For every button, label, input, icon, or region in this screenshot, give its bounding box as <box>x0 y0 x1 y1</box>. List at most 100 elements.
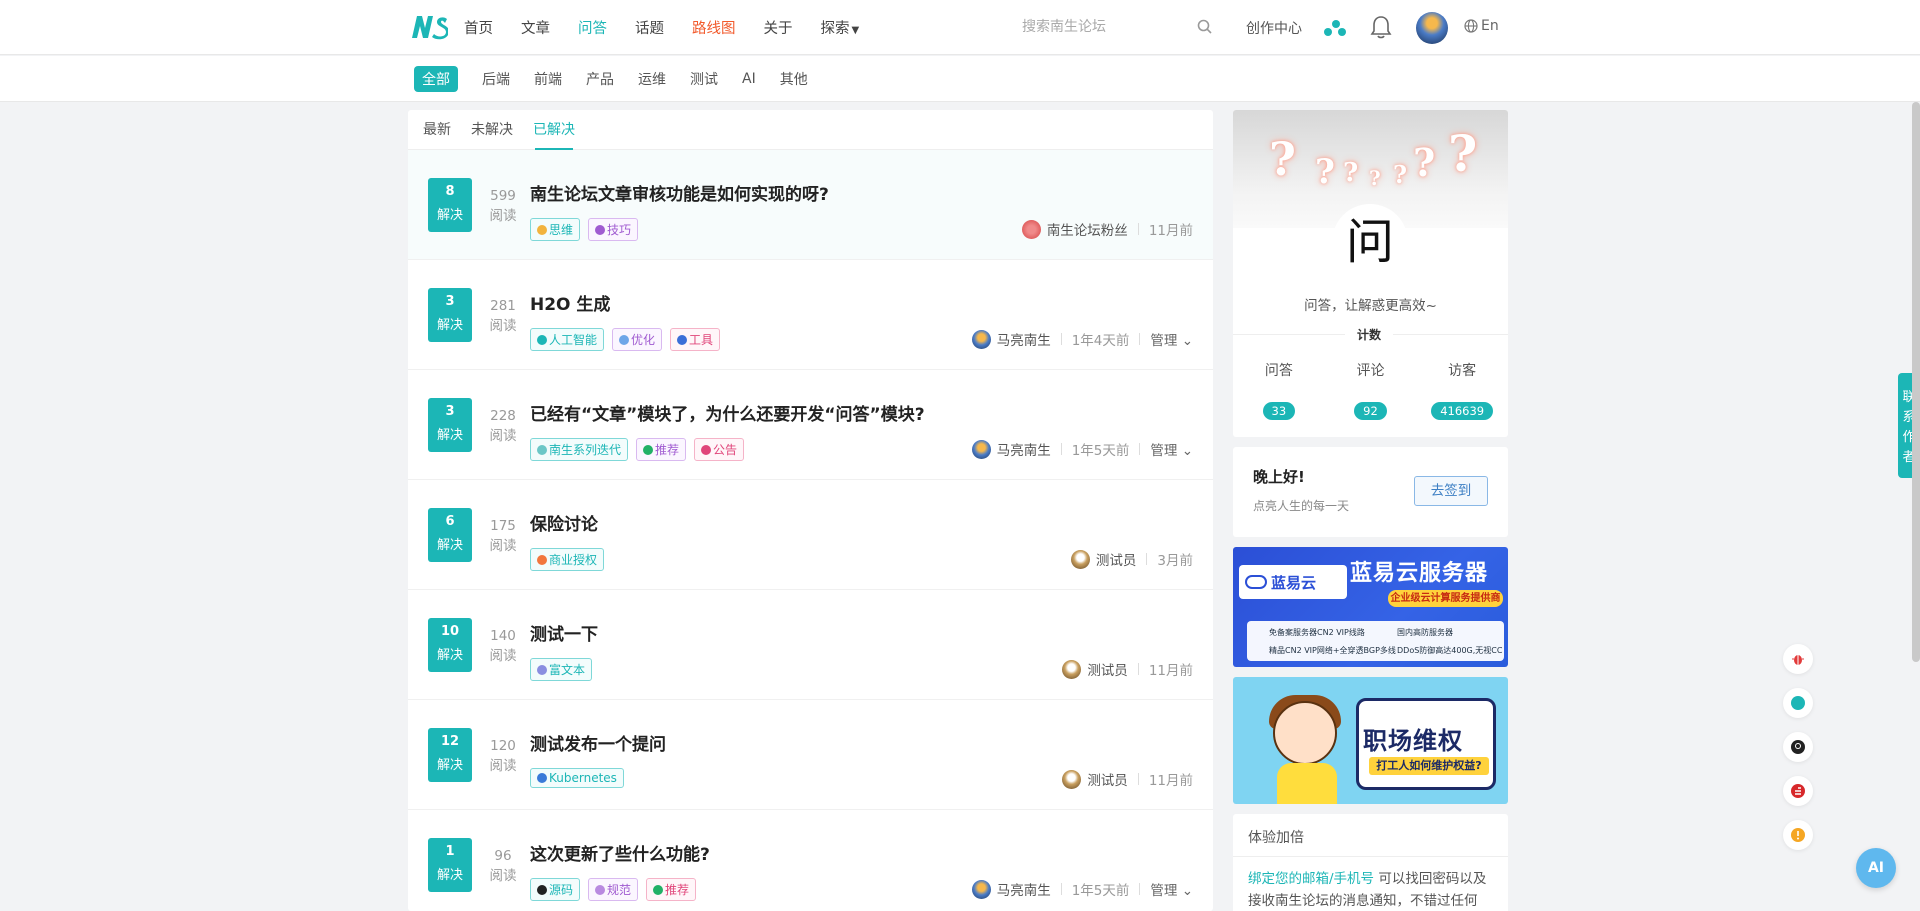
divider <box>1060 883 1062 895</box>
nav-about[interactable]: 关于 <box>764 17 793 38</box>
manage-dropdown[interactable]: 管理 ⌄ <box>1150 879 1193 899</box>
question-row[interactable]: 8 解决 599 阅读 南生论坛文章审核功能是如何实现的呀? 思维 技巧 南生论坛粉… <box>408 150 1213 260</box>
search-box <box>1010 12 1220 42</box>
bell-icon[interactable] <box>1370 15 1392 39</box>
question-title[interactable]: 保险讨论 <box>530 510 598 535</box>
nav-articles[interactable]: 文章 <box>521 17 550 38</box>
tag[interactable]: 规范 <box>588 878 639 901</box>
author-name[interactable]: 南生论坛粉丝 <box>1047 219 1128 239</box>
question-row[interactable]: 1 解决 96 阅读 这次更新了些什么功能? 源码 规范 推荐 马亮南生 1年5天前… <box>408 810 1213 911</box>
tab-solved[interactable]: 已解决 <box>533 110 575 150</box>
nav-home[interactable]: 首页 <box>464 17 493 38</box>
category-ai[interactable]: AI <box>742 68 756 90</box>
site-logo[interactable] <box>410 14 448 40</box>
category-product[interactable]: 产品 <box>586 66 614 92</box>
question-row[interactable]: 12 解决 120 阅读 测试发布一个提问 Kubernetes 测试员 11月前 <box>408 700 1213 810</box>
question-title[interactable]: 已经有“文章”模块了，为什么还要开发“问答”模块? <box>530 400 925 425</box>
author-avatar[interactable] <box>1062 659 1082 679</box>
tab-latest[interactable]: 最新 <box>423 110 451 150</box>
author-name[interactable]: 马亮南生 <box>997 439 1051 459</box>
author-avatar[interactable] <box>1062 769 1082 789</box>
nav-roadmap[interactable]: 路线图 <box>692 17 736 38</box>
question-title[interactable]: 测试一下 <box>530 620 598 645</box>
author-avatar[interactable] <box>971 879 991 899</box>
tag[interactable]: 推荐 <box>646 878 697 901</box>
category-other[interactable]: 其他 <box>780 66 808 92</box>
workplace-rights-ad[interactable]: 职场维权 打工人如何维护权益? <box>1233 677 1508 804</box>
tag[interactable]: 人工智能 <box>530 328 605 351</box>
question-title[interactable]: 测试发布一个提问 <box>530 730 666 755</box>
tag[interactable]: 优化 <box>612 328 663 351</box>
tag[interactable]: 商业授权 <box>530 548 605 571</box>
question-row[interactable]: 3 解决 281 阅读 H2O 生成 人工智能 优化 工具 马亮南生 1年4天前 管… <box>408 260 1213 370</box>
author-avatar[interactable] <box>1021 219 1041 239</box>
author-name[interactable]: 测试员 <box>1087 769 1128 789</box>
checkin-button[interactable]: 去签到 <box>1414 476 1488 506</box>
author-name[interactable]: 马亮南生 <box>997 879 1051 899</box>
chat-icon[interactable] <box>1783 688 1813 718</box>
solved-label: 解决 <box>436 868 463 883</box>
bug-icon[interactable] <box>1783 644 1813 674</box>
github-icon[interactable] <box>1783 732 1813 762</box>
author-name[interactable]: 测试员 <box>1096 549 1137 569</box>
author-name[interactable]: 马亮南生 <box>997 329 1051 349</box>
page-scrollbar[interactable] <box>1912 102 1920 662</box>
bind-contact-link[interactable]: 绑定您的邮箱/手机号 <box>1248 871 1374 887</box>
tag[interactable]: 源码 <box>530 878 581 901</box>
read-count-label: 阅读 <box>489 758 517 774</box>
tag-label: 思维 <box>549 223 574 237</box>
tag[interactable]: 公告 <box>694 438 745 461</box>
warning-icon[interactable] <box>1783 820 1813 850</box>
answer-count-badge: 3 解决 <box>428 288 472 342</box>
gitee-icon[interactable] <box>1783 776 1813 806</box>
user-avatar[interactable] <box>1416 12 1448 44</box>
globe-icon <box>1464 19 1478 33</box>
apps-icon[interactable] <box>1322 17 1348 39</box>
tag-label: 技巧 <box>607 223 632 237</box>
author-avatar[interactable] <box>971 439 991 459</box>
category-backend[interactable]: 后端 <box>482 66 510 92</box>
manage-dropdown[interactable]: 管理 ⌄ <box>1150 329 1193 349</box>
question-title[interactable]: H2O 生成 <box>530 290 610 315</box>
read-count: 140 阅读 <box>478 626 528 666</box>
ad-subtitle: 企业级云计算服务提供商 <box>1388 590 1503 607</box>
question-title[interactable]: 这次更新了些什么功能? <box>530 840 710 865</box>
nav-qa[interactable]: 问答 <box>578 17 607 38</box>
tag[interactable]: 富文本 <box>530 658 593 681</box>
category-frontend[interactable]: 前端 <box>534 66 562 92</box>
ad-feature: 精品CN2 VIP网络+全穿透BGP多线 <box>1269 646 1396 655</box>
manage-dropdown[interactable]: 管理 ⌄ <box>1150 439 1193 459</box>
ad-feature: 免备案服务器CN2 VIP线路 <box>1269 628 1365 637</box>
stat-label: 问答 <box>1264 363 1293 379</box>
author-avatar[interactable] <box>1070 549 1090 569</box>
tag[interactable]: 南生系列迭代 <box>530 438 629 461</box>
nav-explore[interactable]: 探索 ▼ <box>821 17 860 38</box>
author-avatar[interactable] <box>971 329 991 349</box>
tag[interactable]: 工具 <box>670 328 721 351</box>
tag[interactable]: 技巧 <box>588 218 639 241</box>
ai-assistant-button[interactable]: AI <box>1856 848 1896 888</box>
category-all[interactable]: 全部 <box>414 66 458 92</box>
nav-topics[interactable]: 话题 <box>635 17 664 38</box>
tag[interactable]: 思维 <box>530 218 581 241</box>
search-icon[interactable] <box>1196 18 1214 36</box>
author-name[interactable]: 测试员 <box>1087 659 1128 679</box>
category-ops[interactable]: 运维 <box>638 66 666 92</box>
cloud-icon <box>1245 575 1267 589</box>
tag-label: 人工智能 <box>549 333 598 347</box>
read-count: 599 阅读 <box>478 186 528 226</box>
question-row[interactable]: 3 解决 228 阅读 已经有“文章”模块了，为什么还要开发“问答”模块? 南生系列… <box>408 370 1213 480</box>
question-row[interactable]: 6 解决 175 阅读 保险讨论 商业授权 测试员 3月前 <box>408 480 1213 590</box>
tab-unsolved[interactable]: 未解决 <box>471 110 513 150</box>
tag[interactable]: 推荐 <box>636 438 687 461</box>
creator-center-link[interactable]: 创作中心 <box>1246 18 1302 38</box>
category-testing[interactable]: 测试 <box>690 66 718 92</box>
question-row[interactable]: 10 解决 140 阅读 测试一下 富文本 测试员 11月前 <box>408 590 1213 700</box>
answer-count: 8 <box>445 184 455 199</box>
language-switch[interactable]: En <box>1464 18 1499 34</box>
tag-icon <box>619 334 630 345</box>
cloud-server-ad[interactable]: 蓝易云 蓝易云服务器 企业级云计算服务提供商 免备案服务器CN2 VIP线路 国… <box>1233 547 1508 667</box>
question-title[interactable]: 南生论坛文章审核功能是如何实现的呀? <box>530 180 829 205</box>
search-input[interactable] <box>1010 12 1190 42</box>
tag[interactable]: Kubernetes <box>530 768 624 788</box>
